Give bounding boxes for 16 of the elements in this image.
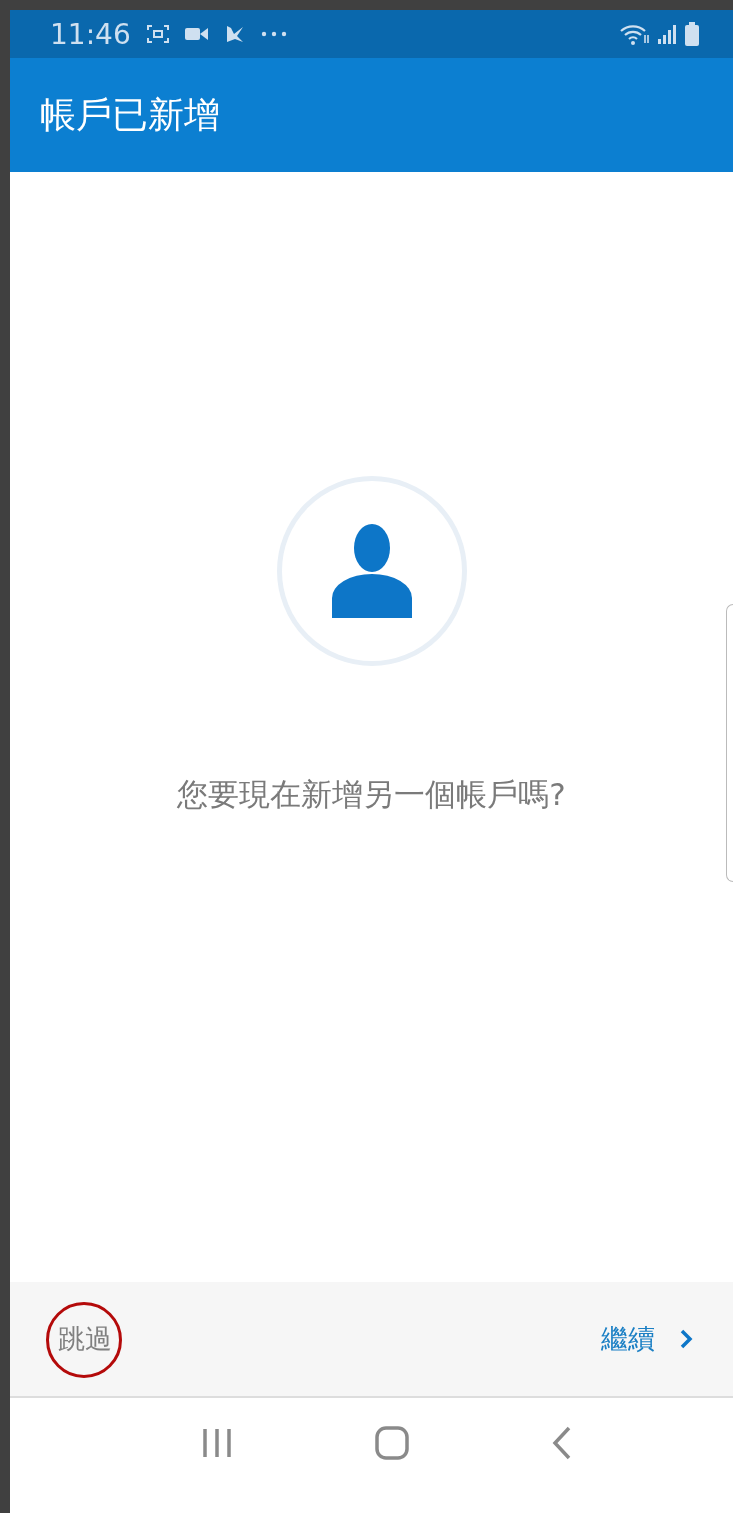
battery-icon	[685, 22, 699, 46]
wifi-icon	[619, 23, 651, 45]
prompt-text: 您要現在新增另一個帳戶嗎?	[177, 775, 566, 814]
continue-button[interactable]: 繼續	[597, 1317, 697, 1361]
home-icon[interactable]	[375, 1425, 410, 1460]
screenshot-icon	[146, 24, 169, 44]
status-time: 11:46	[50, 17, 131, 51]
recent-apps-icon[interactable]	[201, 1427, 234, 1458]
person-icon	[331, 524, 412, 618]
chevron-right-icon	[679, 1328, 693, 1350]
skip-button[interactable]: 跳過	[54, 1317, 116, 1361]
back-icon[interactable]	[551, 1425, 572, 1460]
signal-icon	[657, 24, 679, 44]
video-camera-icon	[184, 27, 209, 41]
app-bar-title: 帳戶已新增	[40, 92, 220, 137]
more-icon	[260, 31, 287, 37]
